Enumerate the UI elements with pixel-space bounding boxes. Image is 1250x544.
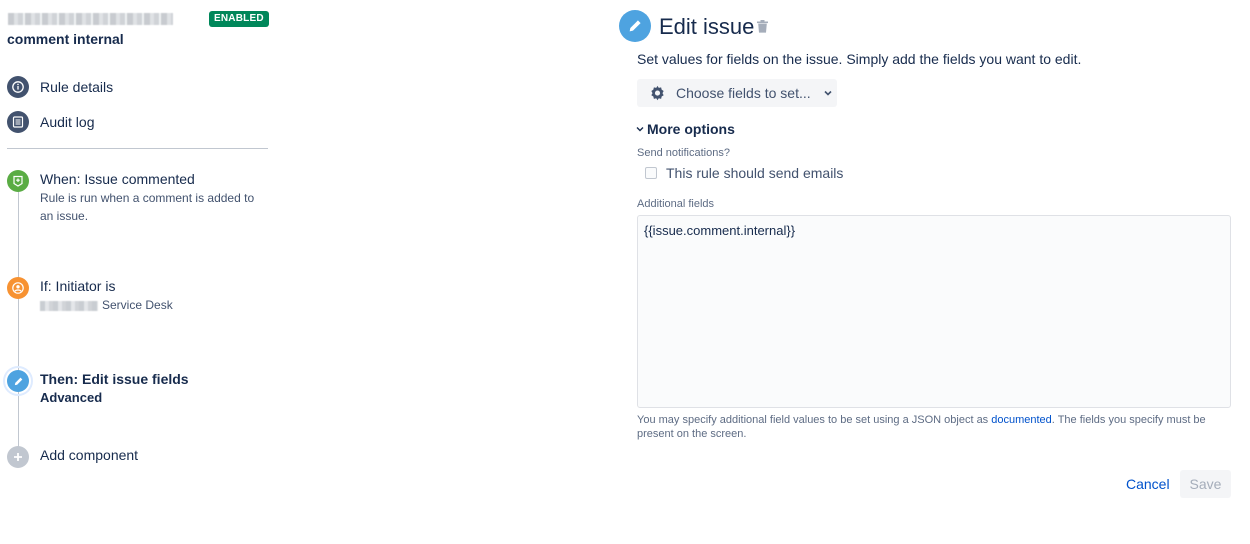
component-config-panel: Edit issue Set values for fields on the … (618, 0, 1238, 544)
rule-name: comment internal (7, 31, 124, 47)
nav-label: Audit log (40, 114, 95, 130)
more-options-label: More options (647, 121, 735, 137)
component-title: If: Initiator is (40, 278, 116, 294)
additional-fields-label: Additional fields (637, 198, 715, 210)
component-description: Advanced (40, 390, 103, 405)
rule-sidebar: ENABLED comment internal Rule details Au… (0, 0, 275, 544)
component-description: Service Desk (40, 296, 268, 314)
divider (7, 148, 268, 149)
component-trigger[interactable]: When: Issue commented Rule is run when a… (7, 170, 268, 225)
more-options-toggle[interactable]: More options (636, 121, 735, 137)
documented-link[interactable]: documented (991, 414, 1052, 426)
info-icon (7, 76, 29, 98)
chevron-down-icon (824, 90, 832, 96)
component-title: Then: Edit issue fields (40, 371, 189, 387)
rule-name-redacted (8, 13, 173, 25)
gear-icon (651, 85, 664, 100)
send-emails-checkbox[interactable]: This rule should send emails (645, 165, 843, 181)
status-badge: ENABLED (209, 11, 269, 27)
component-title: When: Issue commented (40, 171, 195, 187)
selected-indicator (5, 368, 31, 394)
add-component-button[interactable]: Add component (7, 446, 268, 468)
nav-rule-details[interactable]: Rule details (7, 76, 113, 98)
help-text-before: You may specify additional field values … (637, 414, 992, 426)
trash-icon[interactable] (757, 20, 771, 36)
panel-title: Edit issue (659, 14, 755, 39)
pencil-icon (7, 370, 29, 392)
save-button[interactable]: Save (1180, 470, 1231, 498)
timeline-line (18, 190, 19, 452)
cancel-button[interactable]: Cancel (1120, 470, 1176, 498)
user-icon (7, 277, 29, 299)
list-icon (7, 111, 29, 133)
choose-fields-label: Choose fields to set... (676, 85, 811, 101)
trigger-icon (7, 170, 29, 192)
checkbox-box[interactable] (645, 167, 657, 179)
plus-icon (7, 446, 29, 468)
component-action[interactable]: Then: Edit issue fields Advanced (7, 370, 268, 407)
component-description: Rule is run when a comment is added to a… (40, 191, 255, 223)
component-title: Add component (40, 447, 139, 463)
help-text: You may specify additional field values … (637, 413, 1237, 441)
send-emails-label: This rule should send emails (666, 165, 844, 181)
component-condition[interactable]: If: Initiator is Service Desk (7, 277, 268, 314)
initiator-value: Service Desk (102, 298, 173, 312)
send-notifications-label: Send notifications? (637, 147, 730, 159)
nav-label: Rule details (40, 79, 114, 95)
panel-description: Set values for fields on the issue. Simp… (637, 51, 1082, 67)
initiator-redacted (40, 300, 98, 311)
chevron-down-icon (636, 127, 644, 132)
additional-fields-textarea[interactable]: {{issue.comment.internal}} (637, 215, 1231, 408)
nav-audit-log[interactable]: Audit log (7, 111, 94, 133)
pencil-icon (619, 10, 651, 42)
choose-fields-dropdown[interactable]: Choose fields to set... (637, 79, 837, 107)
